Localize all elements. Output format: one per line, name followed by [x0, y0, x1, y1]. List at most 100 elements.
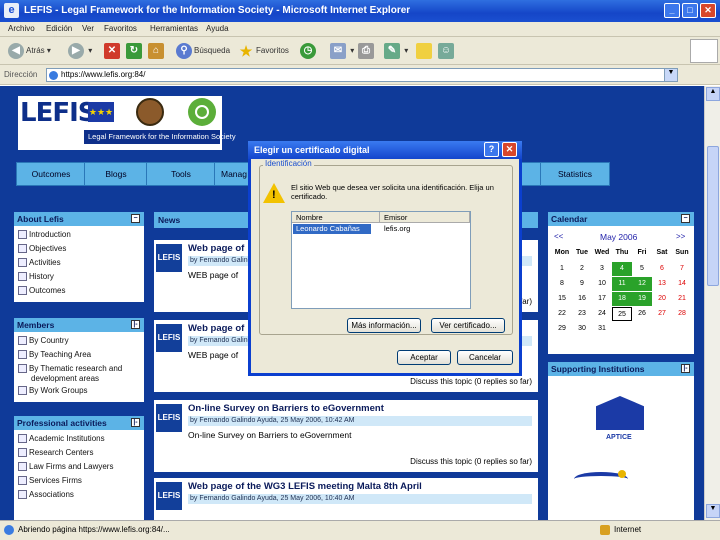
about-item-objectives[interactable]: Objectives	[18, 244, 66, 254]
nav-outcomes[interactable]: Outcomes	[16, 162, 86, 186]
accept-button[interactable]: Aceptar	[397, 350, 451, 365]
forward-button[interactable]: ▶ ▾	[68, 42, 92, 60]
discuss-button[interactable]	[416, 42, 434, 60]
mail-button[interactable]: ✉ ▾	[330, 42, 354, 60]
calendar-day[interactable]: 2	[572, 262, 592, 276]
column-issuer-header[interactable]: Emisor	[380, 212, 470, 223]
certificate-row-name[interactable]: Leonardo Cabañas	[293, 224, 371, 234]
post-title[interactable]: Web page of	[188, 243, 244, 254]
members-item-thematic[interactable]: By Thematic research and	[18, 364, 122, 374]
calendar-day[interactable]: 12	[632, 277, 652, 291]
print-button[interactable]: ⎙	[358, 42, 376, 60]
calendar-day[interactable]: 25	[612, 307, 632, 321]
minimize-button[interactable]: _	[664, 3, 680, 18]
calendar-day[interactable]: 17	[592, 292, 612, 306]
dialog-close-button[interactable]: ✕	[502, 142, 517, 157]
post-discuss-link[interactable]: Discuss this topic (0 replies so far)	[410, 457, 532, 466]
professional-toggle[interactable]: |-	[131, 418, 140, 427]
about-toggle[interactable]: −	[131, 214, 140, 223]
menu-ver[interactable]: Ver	[82, 24, 94, 33]
calendar-day[interactable]: 24	[592, 307, 612, 321]
aptice-building-icon[interactable]	[596, 396, 644, 430]
calendar-day[interactable]: 20	[652, 292, 672, 306]
about-item-activities[interactable]: Activities	[18, 258, 61, 268]
scroll-up-button[interactable]: ▲	[706, 87, 720, 101]
home-button[interactable]: ⌂	[148, 42, 166, 60]
post-title[interactable]: Web page of the WG3 LEFIS meeting Malta …	[188, 481, 422, 492]
post-title[interactable]: On-line Survey on Barriers to eGovernmen…	[188, 403, 384, 414]
back-button[interactable]: ◀ Atrás ▾	[8, 42, 51, 60]
nav-tools[interactable]: Tools	[146, 162, 216, 186]
menu-herramientas[interactable]: Herramientas	[150, 24, 198, 33]
calendar-day[interactable]: 10	[592, 277, 612, 291]
vertical-scrollbar[interactable]: ▲ ▼	[704, 86, 720, 520]
refresh-button[interactable]: ↻	[126, 42, 144, 60]
scroll-thumb[interactable]	[707, 146, 719, 286]
calendar-day[interactable]: 14	[672, 277, 692, 291]
nav-blogs[interactable]: Blogs	[84, 162, 148, 186]
menu-edicion[interactable]: Edición	[46, 24, 72, 33]
calendar-day[interactable]: 6	[652, 262, 672, 276]
calendar-day[interactable]: 11	[612, 277, 632, 291]
calendar-day[interactable]: 8	[552, 277, 572, 291]
members-item-country[interactable]: By Country	[18, 336, 69, 346]
calendar-day[interactable]: 13	[652, 277, 672, 291]
lefis-logo[interactable]: LEFIS ★★★ Legal Framework for the Inform…	[18, 96, 236, 150]
post-discuss-link[interactable]: Discuss this topic (0 replies so far)	[410, 377, 532, 386]
maximize-button[interactable]: □	[682, 3, 698, 18]
certificate-list[interactable]: Nombre Emisor Leonardo Cabañas lefis.org	[291, 211, 471, 309]
calendar-day[interactable]: 16	[572, 292, 592, 306]
prof-item-associations[interactable]: Associations	[18, 490, 74, 500]
calendar-toggle[interactable]: −	[681, 214, 690, 223]
certificate-row-issuer[interactable]: lefis.org	[384, 224, 410, 233]
calendar-day[interactable]: 26	[632, 307, 652, 321]
calendar-day[interactable]: 30	[572, 322, 592, 336]
messenger-button[interactable]: ☺	[438, 42, 456, 60]
prof-item-lawfirms[interactable]: Law Firms and Lawyers	[18, 462, 113, 472]
favorites-button[interactable]: ★ Favoritos	[238, 42, 289, 60]
calendar-day[interactable]: 21	[672, 292, 692, 306]
calendar-day[interactable]: 31	[592, 322, 612, 336]
members-toggle[interactable]: |-	[131, 320, 140, 329]
more-info-button[interactable]: Más información...	[347, 318, 421, 333]
edit-button[interactable]: ✎ ▾	[384, 42, 408, 60]
prof-item-research[interactable]: Research Centers	[18, 448, 93, 458]
menu-favoritos[interactable]: Favoritos	[104, 24, 137, 33]
history-button[interactable]: ◷	[300, 42, 318, 60]
view-certificate-button[interactable]: Ver certificado...	[431, 318, 505, 333]
calendar-day[interactable]: 5	[632, 262, 652, 276]
calendar-day[interactable]: 3	[592, 262, 612, 276]
calendar-day[interactable]: 4	[612, 262, 632, 276]
close-button[interactable]: ✕	[700, 3, 716, 18]
scroll-down-button[interactable]: ▼	[706, 504, 720, 518]
menu-archivo[interactable]: Archivo	[8, 24, 35, 33]
stop-button[interactable]: ✕	[104, 42, 122, 60]
address-dropdown-button[interactable]: ▼	[664, 68, 678, 82]
dialog-help-button[interactable]: ?	[484, 142, 499, 157]
calendar-day[interactable]: 18	[612, 292, 632, 306]
calendar-prev[interactable]: <<	[554, 232, 563, 241]
supporting-toggle[interactable]: |-	[681, 364, 690, 373]
menu-ayuda[interactable]: Ayuda	[206, 24, 229, 33]
prof-item-academic[interactable]: Academic Institutions	[18, 434, 105, 444]
column-name-header[interactable]: Nombre	[292, 212, 380, 223]
calendar-day[interactable]: 9	[572, 277, 592, 291]
address-input[interactable]: https://www.lefis.org:84/	[46, 68, 666, 82]
calendar-next[interactable]: >>	[676, 232, 685, 241]
cancel-button[interactable]: Cancelar	[457, 350, 513, 365]
about-item-outcomes[interactable]: Outcomes	[18, 286, 65, 296]
calendar-day[interactable]: 7	[672, 262, 692, 276]
post-title[interactable]: Web page of	[188, 323, 244, 334]
members-item-workgroups[interactable]: By Work Groups	[18, 386, 88, 396]
search-button[interactable]: ⚲ Búsqueda	[176, 42, 230, 60]
members-item-teaching[interactable]: By Teaching Area	[18, 350, 91, 360]
about-item-history[interactable]: History	[18, 272, 54, 282]
nav-statistics[interactable]: Statistics	[540, 162, 610, 186]
calendar-day[interactable]: 29	[552, 322, 572, 336]
calendar-day[interactable]: 23	[572, 307, 592, 321]
calendar-day[interactable]: 28	[672, 307, 692, 321]
members-item-thematic-cont[interactable]: development areas	[31, 374, 99, 383]
about-item-introduction[interactable]: Introduction	[18, 230, 71, 240]
calendar-day[interactable]: 27	[652, 307, 672, 321]
calendar-day[interactable]: 1	[552, 262, 572, 276]
